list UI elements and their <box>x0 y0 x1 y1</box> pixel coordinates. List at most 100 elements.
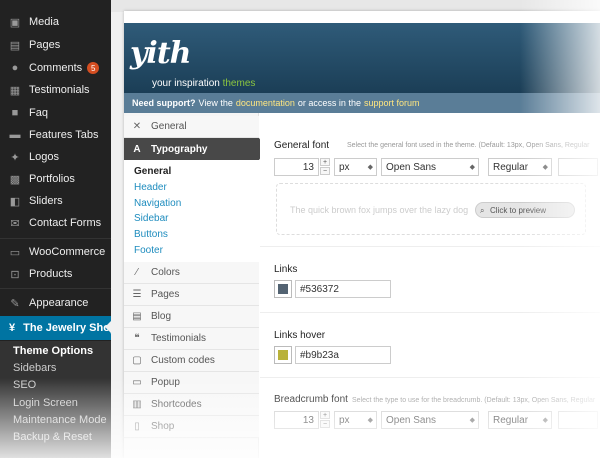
nav-label: Pages <box>151 289 180 300</box>
general-font-color-select[interactable] <box>558 158 598 176</box>
sidebar-item-label: Portfolios <box>29 173 75 185</box>
click-to-preview-button[interactable]: ⌕ Click to preview <box>475 202 575 218</box>
sidebar-item-pages[interactable]: ▤ Pages <box>0 34 111 56</box>
sidebar-item-woocommerce[interactable]: ▭ WooCommerce <box>0 241 111 263</box>
divider <box>260 377 600 378</box>
chevron-down-icon: ◆ <box>367 417 373 424</box>
typography-subnav: General Header Navigation Sidebar Button… <box>124 160 259 264</box>
links-hover-color-swatch[interactable] <box>274 346 292 364</box>
options-content: General font Select the general font use… <box>260 113 600 458</box>
sidebar-item-label: Pages <box>29 39 61 51</box>
sidebar-item-label: Comments <box>29 62 83 74</box>
breadcrumb-font-size-input[interactable]: 13 <box>274 411 319 429</box>
general-font-unit-select[interactable]: px ◆ <box>334 158 377 176</box>
cart-icon: ▯ <box>134 421 140 432</box>
sidebar-item-label: Faq <box>29 107 48 119</box>
nav-label: General <box>151 121 187 132</box>
general-font-family-select[interactable]: Open Sans ◆ <box>381 158 479 176</box>
links-hover-label: Links hover <box>274 330 326 341</box>
sidebar-item-portfolios[interactable]: ▩ Portfolios <box>0 168 111 190</box>
subnav-general[interactable]: General <box>134 166 171 177</box>
nav-shortcodes[interactable]: ▥ Shortcodes <box>124 394 259 416</box>
submenu-maintenance-mode[interactable]: Maintenance Mode <box>13 414 107 426</box>
nav-custom-codes[interactable]: ▢ Custom codes <box>124 350 259 372</box>
nav-testimonials[interactable]: ❝ Testimonials <box>124 328 259 350</box>
sidebar-item-media[interactable]: ▣ Media <box>0 11 111 33</box>
media-icon: ▣ <box>9 16 21 29</box>
brush-icon: ⁄ <box>136 267 138 278</box>
breadcrumb-font-unit-select[interactable]: px ◆ <box>334 411 377 429</box>
links-color-input[interactable]: #536372 <box>295 280 391 298</box>
portfolios-icon: ▩ <box>9 173 21 186</box>
sidebar-item-comments[interactable]: ● Comments 5 <box>0 57 111 79</box>
subnav-navigation[interactable]: Navigation <box>134 198 181 209</box>
support-forum-link[interactable]: support forum <box>364 98 420 108</box>
divider <box>260 312 600 313</box>
general-font-label: General font <box>274 140 330 151</box>
sidebar-separator <box>0 288 111 289</box>
nav-blog[interactable]: ▤ Blog <box>124 306 259 328</box>
shortcodes-icon: ▥ <box>132 399 142 410</box>
size-decrement-button[interactable]: − <box>320 420 330 428</box>
subnav-buttons[interactable]: Buttons <box>134 229 168 240</box>
general-font-weight-select[interactable]: Regular ◆ <box>488 158 552 176</box>
submenu-sidebars[interactable]: Sidebars <box>13 362 56 374</box>
nav-pages[interactable]: ☰ Pages <box>124 284 259 306</box>
sidebar-item-logos[interactable]: ✦ Logos <box>0 146 111 168</box>
nav-label: Shop <box>151 421 175 432</box>
admin-sidebar: ▣ Media ▤ Pages ● Comments 5 ▦ Testimonials ■… <box>0 0 117 458</box>
submenu-theme-options[interactable]: Theme Options <box>13 345 93 357</box>
sidebar-item-sliders[interactable]: ◧ Sliders <box>0 190 111 212</box>
sidebar-item-label: Appearance <box>29 297 89 309</box>
links-color-swatch[interactable] <box>274 280 292 298</box>
logos-icon: ✦ <box>10 151 20 164</box>
support-lead: Need support? <box>132 98 196 108</box>
size-decrement-button[interactable]: − <box>320 167 330 175</box>
swatch-fill <box>278 350 288 360</box>
sidebar-item-appearance[interactable]: ✎ Appearance <box>0 292 111 314</box>
subnav-header[interactable]: Header <box>134 182 167 193</box>
sidebar-item-the-jewelry-shop[interactable]: ¥ The Jewelry Shop <box>0 316 117 340</box>
breadcrumb-font-family-select[interactable]: Open Sans ◆ <box>381 411 479 429</box>
tagline-prefix: your inspiration <box>152 78 220 89</box>
breadcrumb-font-color-select[interactable] <box>558 411 598 429</box>
size-increment-button[interactable]: + <box>320 158 330 166</box>
sidebar-item-contact-forms[interactable]: ✉ Contact Forms <box>0 212 111 234</box>
woocommerce-icon: ▭ <box>9 246 21 259</box>
search-icon: ⌕ <box>480 206 485 215</box>
panel-header: yith your inspiration themes <box>124 23 600 93</box>
subnav-footer[interactable]: Footer <box>134 245 163 256</box>
main-area: yith your inspiration themes Need suppor… <box>111 0 600 458</box>
links-hover-color-input[interactable]: #b9b23a <box>295 346 391 364</box>
nav-colors[interactable]: ⁄ Colors <box>124 262 259 284</box>
chevron-down-icon: ◆ <box>542 417 548 424</box>
popup-icon: ▭ <box>132 377 142 388</box>
sidebar-item-features-tabs[interactable]: ▬ Features Tabs <box>0 124 111 146</box>
sidebar-item-testimonials[interactable]: ▦ Testimonials <box>0 79 111 101</box>
blog-icon: ▤ <box>132 311 142 322</box>
swatch-fill <box>278 284 288 294</box>
sidebar-item-faq[interactable]: ■ Faq <box>0 102 111 124</box>
sidebar-separator <box>0 238 111 239</box>
options-nav: ✕ General A Typography General Header Navi… <box>124 113 267 458</box>
nav-general[interactable]: ✕ General <box>124 116 259 138</box>
submenu-seo[interactable]: SEO <box>13 379 36 391</box>
nav-popup[interactable]: ▭ Popup <box>124 372 259 394</box>
documentation-link[interactable]: documentation <box>236 98 295 108</box>
tagline-suffix: themes <box>222 78 256 89</box>
comments-icon: ● <box>11 62 19 74</box>
subnav-sidebar[interactable]: Sidebar <box>134 213 168 224</box>
submenu-login-screen[interactable]: Login Screen <box>13 397 78 409</box>
nav-typography[interactable]: A Typography <box>124 138 267 160</box>
nav-shop[interactable]: ▯ Shop <box>124 416 259 438</box>
breadcrumb-font-weight-select[interactable]: Regular ◆ <box>488 411 552 429</box>
sidebar-item-label: Media <box>29 16 59 28</box>
submenu-backup-reset[interactable]: Backup & Reset <box>13 431 92 443</box>
select-value: px <box>339 161 350 173</box>
size-increment-button[interactable]: + <box>320 411 330 419</box>
sidebar-item-label: The Jewelry Shop <box>23 322 117 334</box>
general-font-size-input[interactable]: 13 <box>274 158 319 176</box>
pages-icon: ▤ <box>9 39 21 52</box>
sidebar-item-products[interactable]: ⊡ Products <box>0 263 111 285</box>
theme-icon: ¥ <box>9 322 16 334</box>
